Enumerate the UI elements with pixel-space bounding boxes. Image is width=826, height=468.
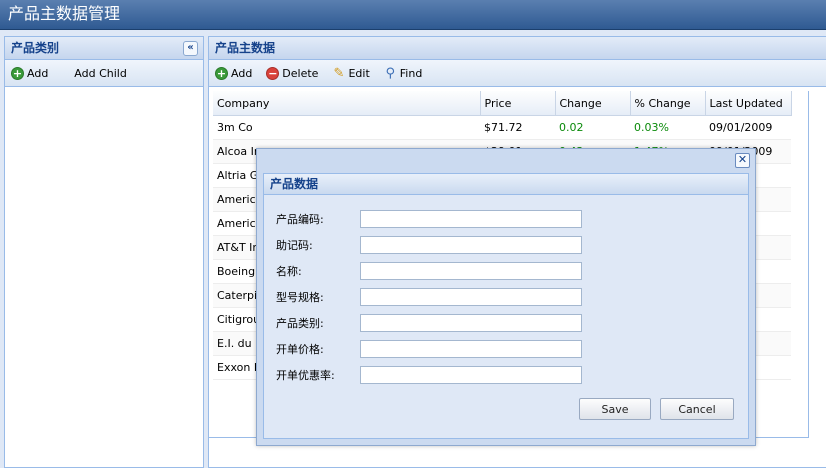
form-row-category: 产品类别: [276, 312, 582, 334]
category-panel-title: 产品类别 [11, 41, 60, 55]
form-row-name: 名称: [276, 260, 582, 282]
cell-last-updated: 09/01/2009 [705, 115, 791, 140]
table-row[interactable]: 3m Co $71.72 0.02 0.03% 09/01/2009 [213, 115, 791, 140]
product-find-button[interactable]: ⚲ Find [382, 65, 425, 82]
product-dialog: ✕ 产品数据 产品编码: 助记码: 名称: 型号规格: 产品类别: 开单价格: … [256, 148, 756, 446]
column-header-company[interactable]: Company [213, 91, 481, 116]
pencil-icon: ✎ [333, 65, 345, 81]
product-category-input[interactable] [360, 314, 582, 332]
close-icon[interactable]: ✕ [735, 153, 750, 168]
field-label-code: 产品编码: [276, 213, 324, 226]
form-row-discount: 开单优惠率: [276, 364, 582, 386]
category-tree[interactable] [5, 87, 203, 467]
category-add-child-label: Add Child [74, 66, 127, 80]
category-panel: 产品类别 « + Add Add Child [4, 36, 204, 468]
product-add-label: Add [231, 66, 253, 80]
billing-price-input[interactable] [360, 340, 582, 358]
model-spec-input[interactable] [360, 288, 582, 306]
cell-price: $71.72 [480, 115, 555, 140]
category-add-button[interactable]: + Add [9, 65, 50, 82]
product-edit-label: Edit [348, 66, 370, 80]
category-toolbar: + Add Add Child [5, 60, 203, 87]
grid-header-row: Company Price Change % Change Last Updat… [213, 91, 792, 116]
product-edit-button[interactable]: ✎ Edit [330, 65, 371, 82]
form-row-code: 产品编码: [276, 208, 582, 230]
add-icon: + [215, 66, 228, 80]
form-row-mnemonic: 助记码: [276, 234, 582, 256]
app-title: 产品主数据管理 [8, 4, 121, 23]
product-add-button[interactable]: + Add [213, 65, 254, 82]
product-delete-button[interactable]: − Delete [264, 65, 320, 82]
collapse-panel-button[interactable]: « [183, 41, 198, 56]
mnemonic-code-input[interactable] [360, 236, 582, 254]
discount-rate-input[interactable] [360, 366, 582, 384]
cancel-button[interactable]: Cancel [660, 398, 734, 420]
column-header-last-updated[interactable]: Last Updated [705, 91, 792, 116]
name-input[interactable] [360, 262, 582, 280]
product-delete-label: Delete [282, 66, 319, 80]
field-label-price: 开单价格: [276, 343, 324, 356]
column-header-change[interactable]: Change [555, 91, 631, 116]
grid-frame-right [808, 91, 809, 438]
category-panel-header: 产品类别 « [5, 37, 203, 60]
app-title-bar: 产品主数据管理 [0, 0, 826, 30]
category-add-label: Add [27, 66, 49, 80]
form-row-model: 型号规格: [276, 286, 582, 308]
search-icon: ⚲ [385, 65, 396, 81]
field-label-category: 产品类别: [276, 317, 324, 330]
cell-change: 0.02 [555, 115, 630, 140]
form-row-price: 开单价格: [276, 338, 582, 360]
column-header-pct-change[interactable]: % Change [630, 91, 706, 116]
product-panel-header: 产品主数据 [209, 37, 826, 60]
save-button[interactable]: Save [579, 398, 651, 420]
cell-pct-change: 0.03% [630, 115, 705, 140]
field-label-mnemonic: 助记码: [276, 239, 313, 252]
product-find-label: Find [399, 66, 423, 80]
category-add-child-button[interactable]: Add Child [72, 65, 129, 82]
cell-company: 3m Co [213, 115, 480, 140]
product-code-input[interactable] [360, 210, 582, 228]
add-icon: + [11, 66, 24, 80]
product-toolbar: + Add − Delete ✎ Edit ⚲ Find [209, 60, 826, 87]
dialog-title: 产品数据 [264, 174, 748, 195]
field-label-discount: 开单优惠率: [276, 369, 335, 382]
delete-icon: − [266, 66, 280, 80]
field-label-model: 型号规格: [276, 291, 324, 304]
product-panel-title: 产品主数据 [215, 41, 276, 55]
product-form-panel: 产品数据 产品编码: 助记码: 名称: 型号规格: 产品类别: 开单价格: 开单… [263, 173, 749, 439]
field-label-name: 名称: [276, 265, 302, 278]
column-header-price[interactable]: Price [480, 91, 556, 116]
